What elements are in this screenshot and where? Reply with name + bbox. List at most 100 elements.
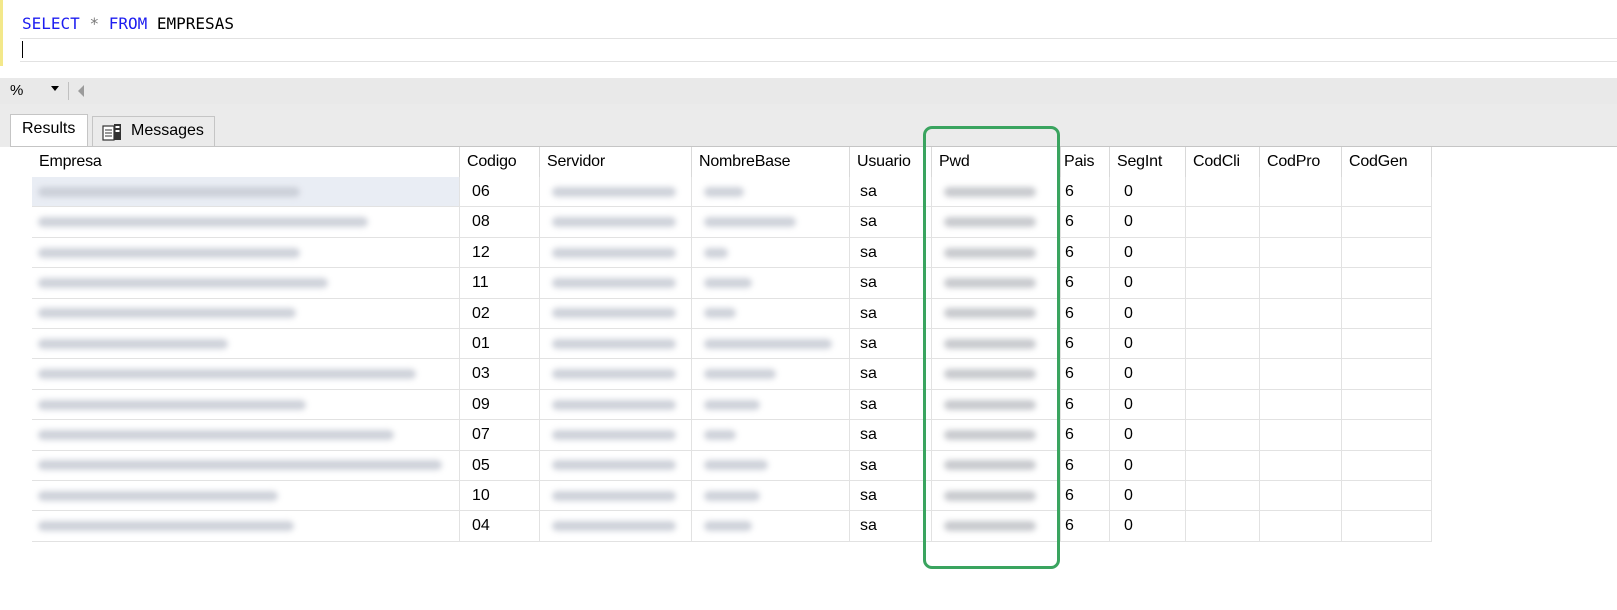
cell-pais[interactable]: 6 bbox=[1061, 420, 1110, 451]
cell-pais[interactable]: 6 bbox=[1061, 207, 1110, 238]
cell-nombrebase[interactable] bbox=[692, 177, 850, 208]
cell-codpro[interactable] bbox=[1260, 511, 1342, 542]
cell-codgen[interactable] bbox=[1342, 389, 1432, 421]
cell-servidor[interactable] bbox=[540, 207, 692, 238]
sql-query-line[interactable]: SELECT * FROM EMPRESAS bbox=[22, 13, 234, 35]
tab-messages[interactable]: Messages bbox=[92, 116, 215, 146]
column-header-usuario[interactable]: Usuario bbox=[850, 147, 932, 177]
scroll-left-icon[interactable] bbox=[78, 85, 84, 97]
cell-codpro[interactable] bbox=[1260, 359, 1342, 390]
cell-nombrebase[interactable] bbox=[692, 237, 850, 269]
cell-codigo[interactable]: 01 bbox=[460, 328, 540, 360]
zoom-level[interactable]: % bbox=[10, 82, 23, 99]
row-number-cell[interactable] bbox=[10, 359, 32, 390]
cell-pais[interactable]: 6 bbox=[1061, 389, 1110, 421]
column-header-pais[interactable]: Pais bbox=[1061, 147, 1110, 177]
cell-codigo[interactable]: 07 bbox=[460, 420, 540, 451]
cell-servidor[interactable] bbox=[540, 359, 692, 390]
cell-usuario[interactable]: sa bbox=[850, 177, 932, 208]
row-number-cell[interactable] bbox=[10, 450, 32, 481]
column-header-nombrebase[interactable]: NombreBase bbox=[692, 147, 850, 177]
cell-empresa[interactable] bbox=[32, 450, 460, 481]
row-number-cell[interactable] bbox=[10, 268, 32, 299]
column-header-codpro[interactable]: CodPro bbox=[1260, 147, 1342, 177]
cell-servidor[interactable] bbox=[540, 237, 692, 269]
column-header-codigo[interactable]: Codigo bbox=[460, 147, 540, 177]
table-row[interactable]: 05 sa 6 0 bbox=[10, 450, 1432, 481]
cell-codgen[interactable] bbox=[1342, 359, 1432, 390]
table-row[interactable]: 01 sa 6 0 bbox=[10, 328, 1432, 360]
cell-servidor[interactable] bbox=[540, 511, 692, 542]
column-header-segint[interactable]: SegInt bbox=[1110, 147, 1186, 177]
cell-codpro[interactable] bbox=[1260, 207, 1342, 238]
cell-empresa[interactable] bbox=[32, 177, 460, 208]
cell-usuario[interactable]: sa bbox=[850, 420, 932, 451]
cell-usuario[interactable]: sa bbox=[850, 480, 932, 512]
cell-codcli[interactable] bbox=[1186, 177, 1260, 208]
cell-segint[interactable]: 0 bbox=[1110, 207, 1186, 238]
cell-pais[interactable]: 6 bbox=[1061, 298, 1110, 329]
cell-servidor[interactable] bbox=[540, 268, 692, 299]
cell-servidor[interactable] bbox=[540, 389, 692, 421]
cell-codigo[interactable]: 05 bbox=[460, 450, 540, 481]
cell-codgen[interactable] bbox=[1342, 268, 1432, 299]
cell-codgen[interactable] bbox=[1342, 420, 1432, 451]
cell-segint[interactable]: 0 bbox=[1110, 177, 1186, 208]
cell-pais[interactable]: 6 bbox=[1061, 359, 1110, 390]
cell-segint[interactable]: 0 bbox=[1110, 298, 1186, 329]
cell-segint[interactable]: 0 bbox=[1110, 480, 1186, 512]
cell-codigo[interactable]: 08 bbox=[460, 207, 540, 238]
cell-codgen[interactable] bbox=[1342, 450, 1432, 481]
cell-nombrebase[interactable] bbox=[692, 298, 850, 329]
cell-nombrebase[interactable] bbox=[692, 389, 850, 421]
cell-codigo[interactable]: 06 bbox=[460, 177, 540, 208]
cell-codgen[interactable] bbox=[1342, 511, 1432, 542]
cell-pais[interactable]: 6 bbox=[1061, 268, 1110, 299]
cell-empresa[interactable] bbox=[32, 420, 460, 451]
row-number-cell[interactable] bbox=[10, 389, 32, 421]
cell-usuario[interactable]: sa bbox=[850, 207, 932, 238]
cell-codcli[interactable] bbox=[1186, 328, 1260, 360]
sql-editor[interactable]: SELECT * FROM EMPRESAS bbox=[0, 0, 1617, 66]
cell-codigo[interactable]: 02 bbox=[460, 298, 540, 329]
column-header-servidor[interactable]: Servidor bbox=[540, 147, 692, 177]
tab-results[interactable]: Results bbox=[10, 114, 88, 147]
cell-servidor[interactable] bbox=[540, 420, 692, 451]
cell-codpro[interactable] bbox=[1260, 237, 1342, 269]
cell-pais[interactable]: 6 bbox=[1061, 480, 1110, 512]
results-grid[interactable]: Empresa Codigo Servidor NombreBase Usuar… bbox=[10, 147, 1432, 542]
cell-empresa[interactable] bbox=[32, 268, 460, 299]
column-header-empresa[interactable]: Empresa bbox=[32, 147, 460, 177]
cell-segint[interactable]: 0 bbox=[1110, 389, 1186, 421]
cell-segint[interactable]: 0 bbox=[1110, 328, 1186, 360]
cell-empresa[interactable] bbox=[32, 389, 460, 421]
cell-codcli[interactable] bbox=[1186, 207, 1260, 238]
row-number-cell[interactable] bbox=[10, 177, 32, 208]
cell-codgen[interactable] bbox=[1342, 298, 1432, 329]
column-header-codgen[interactable]: CodGen bbox=[1342, 147, 1432, 177]
cell-usuario[interactable]: sa bbox=[850, 359, 932, 390]
cell-codcli[interactable] bbox=[1186, 511, 1260, 542]
cell-codigo[interactable]: 03 bbox=[460, 359, 540, 390]
table-row[interactable]: 06 sa 6 0 bbox=[10, 177, 1432, 208]
cell-nombrebase[interactable] bbox=[692, 420, 850, 451]
cell-segint[interactable]: 0 bbox=[1110, 359, 1186, 390]
row-number-cell[interactable] bbox=[10, 480, 32, 512]
cell-empresa[interactable] bbox=[32, 207, 460, 238]
cell-usuario[interactable]: sa bbox=[850, 237, 932, 269]
cell-codcli[interactable] bbox=[1186, 420, 1260, 451]
cell-segint[interactable]: 0 bbox=[1110, 420, 1186, 451]
cell-empresa[interactable] bbox=[32, 511, 460, 542]
cell-servidor[interactable] bbox=[540, 328, 692, 360]
cell-servidor[interactable] bbox=[540, 177, 692, 208]
row-number-header[interactable] bbox=[10, 147, 32, 177]
cell-pais[interactable]: 6 bbox=[1061, 237, 1110, 269]
cell-segint[interactable]: 0 bbox=[1110, 268, 1186, 299]
row-number-cell[interactable] bbox=[10, 298, 32, 329]
cell-empresa[interactable] bbox=[32, 328, 460, 360]
zoom-dropdown-icon[interactable] bbox=[51, 86, 59, 91]
cell-codcli[interactable] bbox=[1186, 268, 1260, 299]
cell-nombrebase[interactable] bbox=[692, 511, 850, 542]
cell-codcli[interactable] bbox=[1186, 389, 1260, 421]
cell-codpro[interactable] bbox=[1260, 268, 1342, 299]
